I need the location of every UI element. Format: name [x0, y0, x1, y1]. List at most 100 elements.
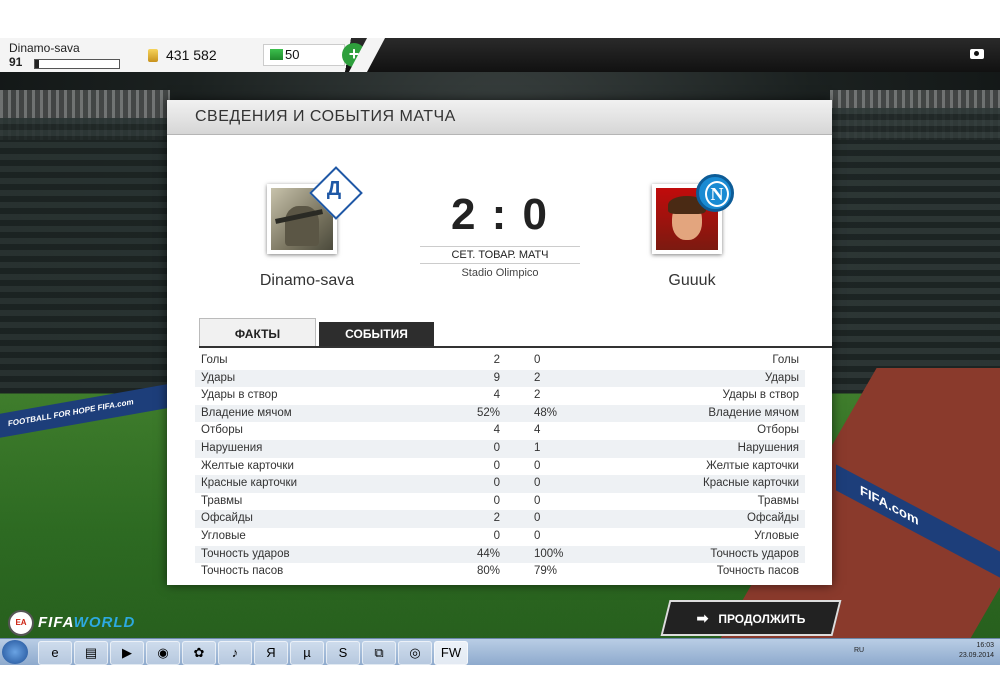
fifa-world-icon[interactable]: FW — [434, 641, 468, 665]
coins-icon — [148, 49, 158, 62]
away-stat-value: 2 — [534, 389, 541, 402]
napoli-n-glyph: N — [705, 181, 729, 207]
media-icon[interactable]: ▶ — [110, 641, 144, 665]
stat-row: Удары 9 2 Удары — [195, 369, 805, 388]
home-stat-label: Голы — [201, 354, 228, 366]
points-display: 50 + — [260, 38, 366, 72]
fifa-world-logo: EA FIFAWORLD — [8, 610, 138, 636]
away-stat-label: Отборы — [757, 424, 799, 437]
top-bar: Dinamo-sava 91 431 582 50 + — [0, 38, 1000, 72]
home-stat-value: 0 — [493, 494, 500, 507]
panel-title: СВЕДЕНИЯ И СОБЫТИЯ МАТЧА — [195, 108, 456, 125]
stat-row: Желтые карточки 0 0 Желтые карточки — [195, 458, 805, 476]
windows-taskbar: e ▤ ▶ ◉ ✿ ♪ Яµ S ⧉ ◎ FW RU 16:03 23.09.2014 — [0, 638, 1000, 665]
points-field: 50 — [263, 44, 345, 66]
away-stat-label: Удары — [764, 371, 799, 384]
home-stat-label: Желтые карточки — [201, 459, 294, 472]
home-stat-label: Удары в створ — [201, 389, 278, 402]
player-name: Dinamo-sava — [9, 41, 80, 55]
away-stat-label: Точность пасов — [716, 565, 799, 578]
system-tray: RU 16:03 23.09.2014 — [854, 641, 994, 663]
away-stat-value: 100% — [534, 547, 564, 560]
skype-icon[interactable]: S — [326, 641, 360, 665]
home-stat-value: 0 — [493, 477, 500, 490]
match-details-panel: СВЕДЕНИЯ И СОБЫТИЯ МАТЧА Д Dinamo-sava 2… — [167, 100, 832, 585]
chrome-icon[interactable]: ◉ — [146, 641, 180, 665]
home-stat-value: 9 — [493, 371, 500, 384]
home-stat-label: Владение мячом — [201, 406, 292, 419]
stat-row: Голы 2 0 Голы — [195, 352, 805, 370]
dinamo-d-glyph: Д — [326, 178, 342, 200]
away-stat-label: Голы — [772, 354, 799, 366]
stat-row: Точность ударов 44% 100% Точность ударов — [195, 545, 805, 564]
stat-row: Владение мячом 52% 48% Владение мячом — [195, 404, 805, 423]
clover-icon[interactable]: ✿ — [182, 641, 216, 665]
away-stat-value: 4 — [534, 424, 541, 437]
origin-icon[interactable]: ◎ — [398, 641, 432, 665]
home-team-name: Dinamo-sava — [259, 272, 355, 289]
home-stat-label: Удары — [201, 371, 236, 384]
home-stat-value: 0 — [493, 441, 500, 454]
player-level: 91 — [9, 55, 23, 69]
home-stat-label: Угловые — [201, 529, 246, 542]
panel-header: СВЕДЕНИЯ И СОБЫТИЯ МАТЧА — [167, 100, 832, 135]
away-stat-value: 1 — [534, 441, 541, 454]
home-stat-label: Точность ударов — [201, 547, 290, 560]
away-stat-value: 0 — [534, 512, 541, 525]
fifa-world-text: FIFAWORLD — [38, 614, 135, 631]
home-stat-value: 80% — [476, 565, 500, 578]
start-button[interactable] — [2, 640, 28, 664]
arrow-right-icon: ➡ — [696, 610, 709, 626]
utorrent-icon[interactable]: µ — [290, 641, 324, 665]
home-stat-label: Офсайды — [201, 512, 253, 525]
home-stat-label: Травмы — [201, 494, 243, 507]
away-stat-value: 0 — [534, 477, 541, 490]
home-stat-value: 4 — [493, 424, 500, 437]
continue-label: ПРОДОЛЖИТЬ — [718, 612, 806, 626]
continue-button-inner: ➡ ПРОДОЛЖИТЬ — [667, 602, 835, 634]
stadium-name: Stadio Olimpico — [461, 267, 539, 279]
away-stat-value: 48% — [534, 406, 558, 419]
points-icon — [270, 49, 283, 60]
home-stat-value: 44% — [476, 547, 500, 560]
player-info[interactable]: Dinamo-sava 91 — [0, 38, 129, 72]
audio-icon[interactable]: ♪ — [218, 641, 252, 665]
xp-progress-bar — [34, 59, 120, 69]
fifa-text-part: FIFA — [38, 614, 74, 631]
stat-row: Офсайды 2 0 Офсайды — [195, 510, 805, 528]
away-stat-label: Владение мячом — [708, 406, 799, 419]
stat-row: Точность пасов 80% 79% Точность пасов — [195, 563, 805, 581]
home-stat-value: 52% — [476, 406, 500, 419]
home-stat-value: 0 — [493, 459, 500, 472]
ie-icon[interactable]: e — [38, 641, 72, 665]
away-stat-value: 79% — [534, 565, 558, 578]
away-stat-label: Угловые — [754, 529, 799, 542]
away-team-name: Guuuk — [668, 272, 716, 289]
camera-icon[interactable] — [970, 49, 984, 59]
away-stat-value: 0 — [534, 529, 541, 542]
explorer-icon[interactable]: ▤ — [74, 641, 108, 665]
language-indicator[interactable]: RU — [854, 647, 864, 654]
yandex-icon[interactable]: Я — [254, 641, 288, 665]
world-text-part: WORLD — [73, 614, 136, 631]
napoli-badge-icon: N — [696, 174, 734, 212]
away-stat-label: Травмы — [757, 494, 799, 507]
home-stat-value: 4 — [493, 389, 500, 402]
away-stat-value: 0 — [534, 494, 541, 507]
clock-date: 23.09.2014 — [958, 652, 994, 659]
away-stat-value: 2 — [534, 371, 541, 384]
continue-button[interactable]: ➡ ПРОДОЛЖИТЬ — [660, 600, 842, 636]
tab-facts[interactable]: ФАКТЫ — [199, 318, 316, 347]
network-icon[interactable]: ⧉ — [362, 641, 396, 665]
clock[interactable]: 16:03 23.09.2014 — [959, 641, 994, 661]
home-stat-value: 0 — [493, 529, 500, 542]
away-stat-label: Желтые карточки — [706, 459, 799, 472]
tab-events[interactable]: СОБЫТИЯ — [319, 322, 434, 347]
away-stat-label: Нарушения — [737, 441, 799, 454]
away-stat-value: 0 — [534, 354, 541, 366]
home-stat-label: Отборы — [201, 424, 243, 437]
home-stat-label: Красные карточки — [201, 477, 297, 490]
away-stat-label: Красные карточки — [703, 477, 799, 490]
stat-row: Удары в створ 4 2 Удары в створ — [195, 387, 805, 405]
xp-progress-fill — [35, 60, 40, 68]
